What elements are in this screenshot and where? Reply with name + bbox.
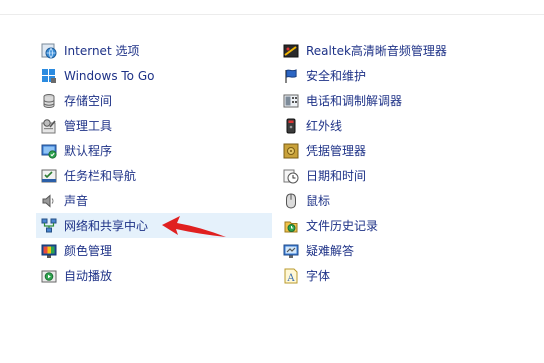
item-admin-tools[interactable]: 管理工具 [36,113,272,138]
item-fonts[interactable]: A 字体 [278,263,538,288]
item-label: 鼠标 [306,193,331,208]
item-label: 红外线 [306,118,343,133]
item-label: 颜色管理 [64,243,113,258]
item-label: 文件历史记录 [306,218,379,233]
item-taskbar-navigation[interactable]: 任务栏和导航 [36,163,272,188]
item-label: 凭据管理器 [306,143,367,158]
item-label: 字体 [306,268,331,283]
svg-text:A: A [286,273,295,284]
taskbar-icon [41,169,57,182]
globe-icon [41,43,57,58]
item-autoplay[interactable]: 自动播放 [36,263,272,288]
troubleshoot-icon [283,244,299,258]
item-mouse[interactable]: 鼠标 [278,188,538,213]
item-label: Windows To Go [64,68,155,83]
item-label: 存储空间 [64,93,113,108]
network-icon [41,218,57,232]
control-panel-left-column: Internet 选项 Windows To Go 存储空间 管理工具 默认程序… [36,38,272,288]
item-security-maintenance[interactable]: 安全和维护 [278,63,538,88]
flag-icon [285,68,297,83]
file-history-icon [284,221,298,232]
top-divider [0,14,544,15]
item-label: 疑难解答 [306,243,355,258]
item-label: 默认程序 [64,143,113,158]
item-color-management[interactable]: 颜色管理 [36,238,272,263]
item-network-sharing-center[interactable]: 网络和共享中心 [36,213,272,238]
item-label: 自动播放 [64,268,113,283]
realtek-audio-icon [283,44,299,57]
item-windows-to-go[interactable]: Windows To Go [36,63,272,88]
item-infrared[interactable]: 红外线 [278,113,538,138]
usb-drive-icon [42,68,56,83]
item-troubleshooting[interactable]: 疑难解答 [278,238,538,263]
item-date-time[interactable]: 日期和时间 [278,163,538,188]
default-programs-icon [41,144,57,159]
color-monitor-icon [41,244,57,258]
item-label: 电话和调制解调器 [306,93,403,108]
credential-safe-icon [283,143,299,158]
clock-icon [283,169,299,183]
item-file-history[interactable]: 文件历史记录 [278,213,538,238]
mouse-icon [286,192,296,209]
item-label: 管理工具 [64,118,113,133]
item-internet-options[interactable]: Internet 选项 [36,38,272,63]
admin-tools-icon [41,118,56,133]
phone-modem-icon [283,94,299,107]
item-label: Internet 选项 [64,43,140,58]
autoplay-icon [41,270,57,282]
item-label: 任务栏和导航 [64,168,137,183]
red-annotation-arrow [162,216,226,237]
speaker-icon [42,193,54,208]
item-sound[interactable]: 声音 [36,188,272,213]
item-default-programs[interactable]: 默认程序 [36,138,272,163]
font-icon: A [284,268,298,284]
item-storage-spaces[interactable]: 存储空间 [36,88,272,113]
item-label: 安全和维护 [306,68,367,83]
control-panel-right-column: Realtek高清晰音频管理器 安全和维护 电话和调制解调器 红外线 凭据管理器… [278,38,538,288]
item-label: 声音 [64,193,89,208]
infrared-icon [286,118,296,133]
item-phone-modem[interactable]: 电话和调制解调器 [278,88,538,113]
item-label: 网络和共享中心 [64,218,149,233]
storage-icon [43,93,55,108]
item-label: Realtek高清晰音频管理器 [306,43,447,58]
item-label: 日期和时间 [306,168,367,183]
item-credential-manager[interactable]: 凭据管理器 [278,138,538,163]
item-realtek-audio-manager[interactable]: Realtek高清晰音频管理器 [278,38,538,63]
